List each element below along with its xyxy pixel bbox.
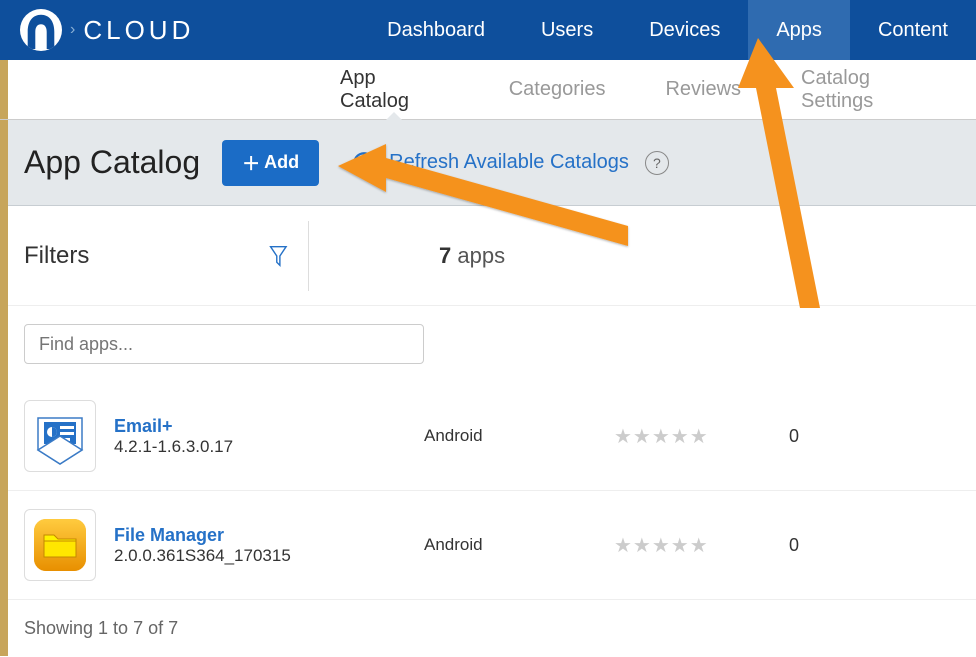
app-rating: ★★★★★ <box>614 424 764 449</box>
nav-dashboard[interactable]: Dashboard <box>359 0 513 60</box>
app-name-link[interactable]: Email+ <box>114 416 424 437</box>
filter-icon[interactable] <box>269 240 288 272</box>
top-navbar: › CLOUD Dashboard Users Devices Apps Con… <box>0 0 976 60</box>
refresh-catalogs-link[interactable]: Refresh Available Catalogs <box>389 151 629 174</box>
app-platform: Android <box>424 535 614 555</box>
app-platform: Android <box>424 426 614 446</box>
brand-area: › CLOUD <box>0 9 194 51</box>
nav-devices[interactable]: Devices <box>621 0 748 60</box>
plus-icon: ＋ <box>242 150 260 176</box>
app-icon-email <box>24 400 96 472</box>
brand-name: CLOUD <box>83 15 194 46</box>
search-area <box>0 306 976 382</box>
refresh-area: Refresh Available Catalogs ? <box>351 150 669 176</box>
chevron-right-icon: › <box>70 21 75 39</box>
main-nav: Dashboard Users Devices Apps Content <box>359 0 976 60</box>
app-rating: ★★★★★ <box>614 533 764 558</box>
app-list: Email+ 4.2.1-1.6.3.0.17 Android ★★★★★ 0 … <box>0 382 976 600</box>
app-version: 4.2.1-1.6.3.0.17 <box>114 437 424 457</box>
subnav-app-catalog[interactable]: App Catalog <box>310 60 479 119</box>
help-icon[interactable]: ? <box>645 151 669 175</box>
add-button[interactable]: ＋ Add <box>222 140 319 186</box>
app-name-link[interactable]: File Manager <box>114 525 424 546</box>
filter-bar: Filters 7 apps <box>0 206 976 306</box>
nav-apps[interactable]: Apps <box>748 0 850 60</box>
refresh-icon[interactable] <box>351 150 377 176</box>
add-button-label: Add <box>264 152 299 173</box>
subnav-reviews[interactable]: Reviews <box>635 60 771 119</box>
list-item[interactable]: File Manager 2.0.0.361S364_170315 Androi… <box>0 491 976 600</box>
left-edge-decoration <box>0 60 8 656</box>
app-count-value: 0 <box>764 426 824 447</box>
sub-nav: App Catalog Categories Reviews Catalog S… <box>0 60 976 120</box>
search-input[interactable] <box>24 324 424 364</box>
title-bar: App Catalog ＋ Add Refresh Available Cata… <box>0 120 976 206</box>
subnav-categories[interactable]: Categories <box>479 60 636 119</box>
app-icon-folder <box>24 509 96 581</box>
list-item[interactable]: Email+ 4.2.1-1.6.3.0.17 Android ★★★★★ 0 <box>0 382 976 491</box>
page-title: App Catalog <box>24 144 200 181</box>
filters-label: Filters <box>24 242 89 270</box>
app-version: 2.0.0.361S364_170315 <box>114 546 424 566</box>
subnav-catalog-settings[interactable]: Catalog Settings <box>771 60 976 119</box>
brand-logo-icon <box>20 9 62 51</box>
app-count: 7 apps <box>439 243 505 269</box>
nav-users[interactable]: Users <box>513 0 621 60</box>
nav-content[interactable]: Content <box>850 0 976 60</box>
pagination-text: Showing 1 to 7 of 7 <box>0 600 976 657</box>
app-count-value: 0 <box>764 535 824 556</box>
